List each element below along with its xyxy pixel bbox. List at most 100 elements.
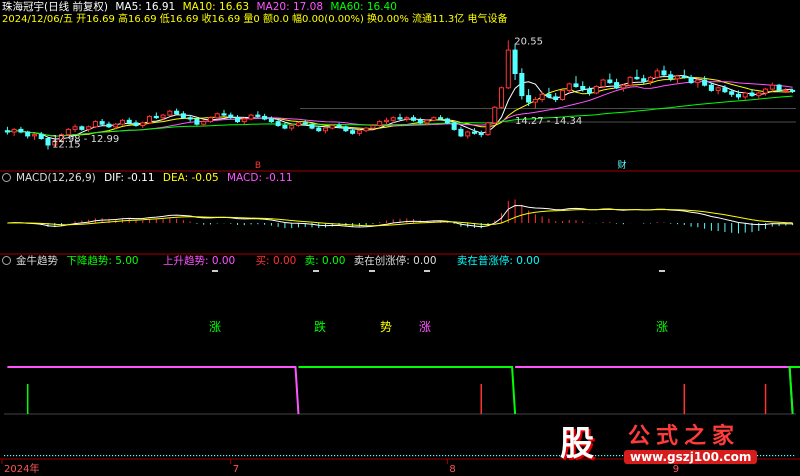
baseline-dot <box>217 455 219 457</box>
dif-line <box>7 204 793 228</box>
candle-body <box>790 89 796 92</box>
candle-body <box>756 92 762 97</box>
baseline-dot <box>463 455 465 457</box>
chart-canvas[interactable]: 20.5512.98 - 12.9912.1514.27 - 14.34B 财涨跌… <box>0 0 800 476</box>
trend-signal-line <box>515 366 794 415</box>
baseline-dot <box>412 455 414 457</box>
trend-header: 金牛趋势 下降趋势: 5.00 上升趋势: 0.00 买: 0.00 卖: 0.… <box>2 255 545 268</box>
baseline-dot <box>337 455 339 457</box>
baseline-dot <box>202 455 204 457</box>
baseline-dot <box>460 455 462 457</box>
baseline-dot <box>220 455 222 457</box>
baseline-dot <box>238 455 240 457</box>
baseline-dot <box>541 455 543 457</box>
baseline-dot <box>331 455 333 457</box>
baseline-dot <box>124 455 126 457</box>
baseline-dot <box>91 455 93 457</box>
macd-macd: MACD: -0.11 <box>227 172 293 184</box>
baseline-dot <box>184 455 186 457</box>
baseline-dot <box>397 455 399 457</box>
baseline-dot <box>88 455 90 457</box>
baseline-dot <box>481 455 483 457</box>
baseline-dot <box>547 455 549 457</box>
macd-header: MACD(12,26,9) DIF: -0.11 DEA: -0.05 MACD… <box>2 172 298 185</box>
baseline-dot <box>130 455 132 457</box>
stock-name: 珠海冠宇(日线 前复权) <box>2 1 109 13</box>
baseline-dot <box>430 455 432 457</box>
candle-body <box>235 117 241 123</box>
baseline-dot <box>379 455 381 457</box>
baseline-dot <box>352 455 354 457</box>
baseline-dot <box>142 455 144 457</box>
baseline-dot <box>61 455 63 457</box>
baseline-dot <box>550 455 552 457</box>
trend-sell-new-high: 卖在创涨停: 0.00 <box>353 255 437 267</box>
trend-tick <box>313 270 319 272</box>
baseline-dot <box>82 455 84 457</box>
collapse-circle-icon[interactable] <box>2 173 11 182</box>
candle-body <box>695 79 701 84</box>
baseline-dot <box>307 455 309 457</box>
candle-body <box>31 134 37 137</box>
candle-body <box>675 75 681 80</box>
candle-body <box>207 117 213 123</box>
baseline-dot <box>505 455 507 457</box>
trend-tick <box>424 270 430 272</box>
candle-body <box>302 122 308 125</box>
candle-body <box>289 125 295 129</box>
baseline-dot <box>400 455 402 457</box>
baseline-dot <box>85 455 87 457</box>
baseline-dot <box>298 455 300 457</box>
candle-body <box>620 84 626 89</box>
baseline-dot <box>349 455 351 457</box>
baseline-dot <box>436 455 438 457</box>
trend-down: 下降趋势: 5.00 <box>66 255 139 267</box>
baseline-dot <box>127 455 129 457</box>
baseline-dot <box>424 455 426 457</box>
baseline-dot <box>208 455 210 457</box>
candle-body <box>593 86 599 94</box>
baseline-dot <box>157 455 159 457</box>
collapse-circle-icon[interactable] <box>2 256 11 265</box>
baseline-dot <box>148 455 150 457</box>
baseline-dot <box>301 455 303 457</box>
candle-body <box>228 114 234 119</box>
candle-body <box>607 79 613 84</box>
baseline-dot <box>106 455 108 457</box>
x-axis-label: 2024年 <box>4 462 39 475</box>
candle-body <box>654 70 660 78</box>
baseline-dot <box>406 455 408 457</box>
baseline-dot <box>163 455 165 457</box>
baseline-dot <box>484 455 486 457</box>
baseline-dot <box>535 455 537 457</box>
trend-mark-char: 涨 <box>656 319 668 334</box>
baseline-dot <box>427 455 429 457</box>
baseline-dot <box>244 455 246 457</box>
baseline-dot <box>7 455 9 457</box>
candle-body <box>417 119 423 124</box>
candle-body <box>783 89 789 92</box>
baseline-dot <box>442 455 444 457</box>
baseline-dot <box>445 455 447 457</box>
ma60-value: MA60: 16.40 <box>330 1 397 13</box>
candle-body <box>4 130 10 133</box>
baseline-dot <box>70 455 72 457</box>
candle-body <box>465 131 471 137</box>
baseline-dot <box>346 455 348 457</box>
candle-body <box>282 125 288 129</box>
candle-body <box>573 83 579 88</box>
baseline-dot <box>103 455 105 457</box>
baseline-dot <box>394 455 396 457</box>
candle-body <box>201 121 207 125</box>
baseline-dot <box>112 455 114 457</box>
baseline-dot <box>490 455 492 457</box>
candle-body <box>390 117 396 121</box>
baseline-dot <box>529 455 531 457</box>
baseline-dot <box>448 455 450 457</box>
candle-body <box>499 87 505 108</box>
baseline-dot <box>370 455 372 457</box>
baseline-dot <box>523 455 525 457</box>
candle-body <box>735 93 741 98</box>
baseline-dot <box>160 455 162 457</box>
trend-mark-char: 涨 <box>209 319 221 334</box>
